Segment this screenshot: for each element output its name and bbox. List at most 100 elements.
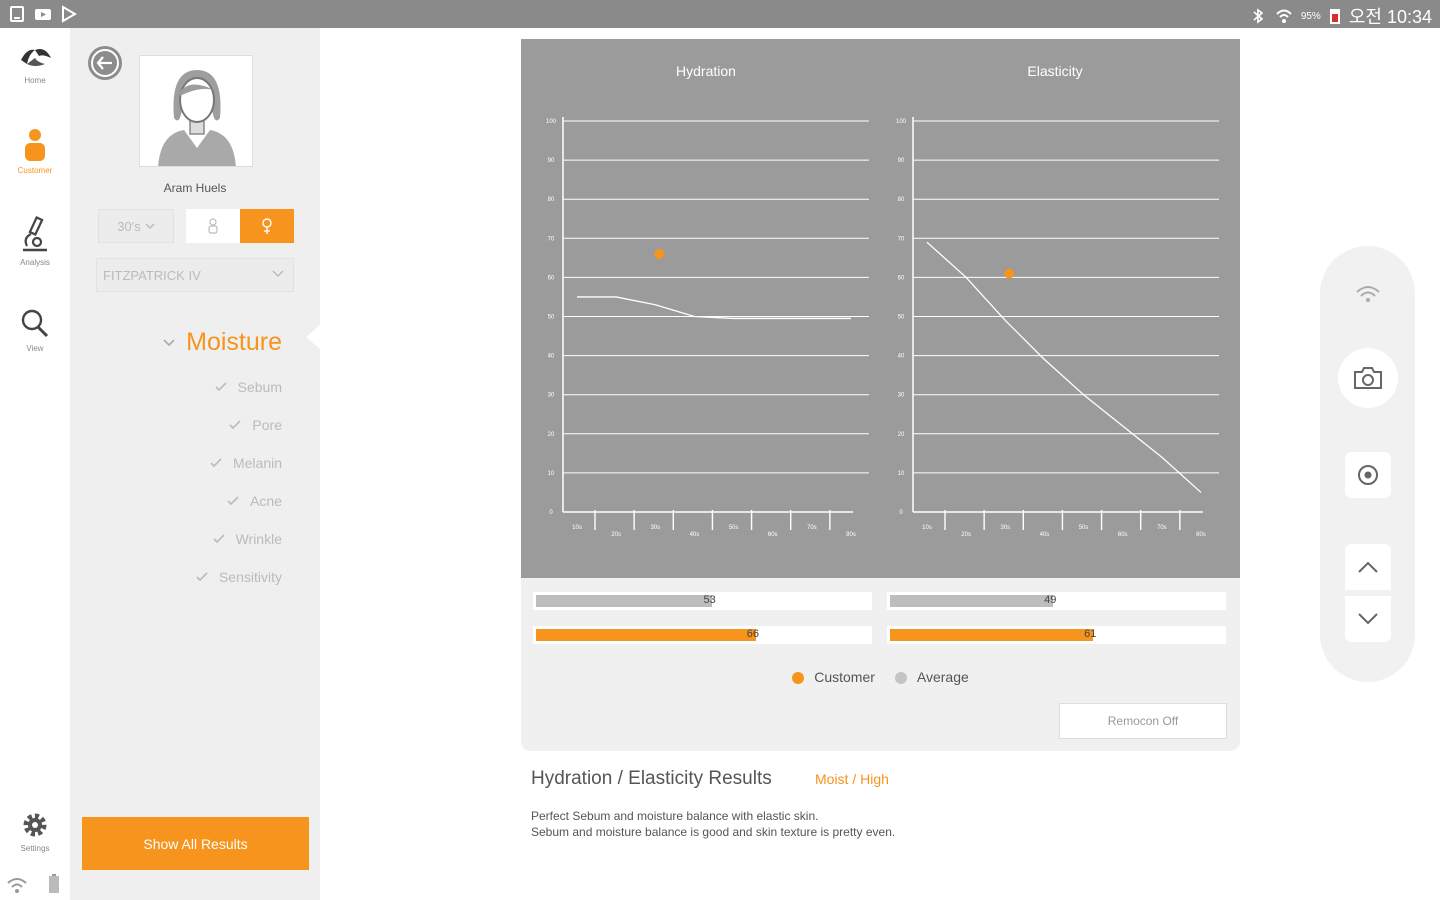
category-acne[interactable]: Acne: [162, 482, 282, 520]
elasticity-x-tick-label: 60s: [1118, 532, 1128, 538]
elasticity-customer-point: [1004, 268, 1015, 279]
hydration-x-tick-label: 80s: [846, 532, 856, 538]
legend: Customer Average: [521, 669, 1240, 685]
hydration-x-tick-label: 50s: [729, 525, 739, 531]
battery-percent: 95%: [1300, 10, 1321, 22]
camera-icon: [1354, 367, 1382, 389]
customer-avatar[interactable]: [139, 55, 253, 167]
category-sebum[interactable]: Sebum: [162, 368, 282, 406]
scroll-down-button[interactable]: [1345, 596, 1391, 642]
hydration-x-tick-label: 10s: [572, 525, 582, 531]
show-all-results-button[interactable]: Show All Results: [82, 817, 309, 870]
legend-average: Average: [894, 669, 969, 685]
elasticity-x-tick-label: 20s: [961, 532, 971, 538]
elasticity-average-fill: [890, 595, 1054, 607]
legend-customer-label: Customer: [814, 669, 875, 685]
capture-button[interactable]: [1345, 452, 1391, 498]
customer-name: Aram Huels: [163, 181, 227, 195]
category-wrinkle[interactable]: Wrinkle: [162, 520, 282, 558]
elasticity-y-tick-label: 70: [898, 236, 905, 242]
chevron-down-icon: [272, 270, 284, 278]
result-line-2: Sebum and moisture balance is good and s…: [531, 825, 896, 839]
hydration-x-tick-label: 70s: [807, 525, 817, 531]
person-icon: [25, 129, 45, 161]
category-label: Moisture: [186, 328, 282, 356]
category-list: Moisture Sebum Pore Melanin Acne Wrinkle: [162, 318, 282, 596]
elasticity-x-tick-label: 40s: [1040, 532, 1050, 538]
elasticity-x-tick-label: 10s: [922, 525, 932, 531]
category-label: Sebum: [237, 379, 282, 395]
hydration-y-tick-label: 100: [546, 119, 557, 125]
elasticity-y-tick-label: 80: [898, 197, 905, 203]
elasticity-x-tick-label: 70s: [1157, 525, 1167, 531]
bluetooth-icon: [1253, 8, 1264, 24]
hydration-y-tick-label: 60: [548, 275, 555, 281]
nav-settings[interactable]: Settings: [0, 810, 70, 853]
gear-icon: [23, 813, 47, 837]
check-icon: [215, 382, 227, 392]
legend-average-label: Average: [916, 669, 969, 685]
chevron-down-icon: [145, 223, 155, 230]
category-label: Wrinkle: [235, 531, 282, 547]
youtube-icon: [35, 9, 51, 20]
hydration-average-fill: [536, 595, 713, 607]
result-title: Hydration / Elasticity Results: [531, 768, 772, 789]
legend-average-dot: [894, 672, 907, 685]
hydration-y-tick-label: 10: [548, 471, 555, 477]
active-category-pointer: [306, 325, 320, 349]
elasticity-x-tick-label: 30s: [1000, 525, 1010, 531]
hydration-y-tick-label: 90: [548, 158, 555, 164]
check-icon: [210, 458, 222, 468]
nav-view[interactable]: View: [0, 308, 70, 353]
nav-view-label: View: [26, 344, 44, 353]
hydration-customer-bar: 66: [533, 626, 872, 644]
hydration-y-tick-label: 30: [548, 393, 555, 399]
elasticity-y-tick-label: 10: [898, 471, 905, 477]
camera-button[interactable]: [1338, 348, 1398, 408]
hydration-y-tick-label: 50: [548, 315, 555, 321]
remocon-off-button[interactable]: Remocon Off: [1059, 703, 1227, 739]
hydration-average-bar: 53: [533, 592, 872, 610]
hydration-y-tick-label: 0: [549, 510, 553, 516]
category-label: Sensitivity: [218, 569, 282, 585]
skin-type-value: FITZPATRICK IV: [103, 267, 201, 283]
gender-male-button[interactable]: [186, 209, 240, 243]
category-melanin[interactable]: Melanin: [162, 444, 282, 482]
category-label: Pore: [252, 417, 282, 433]
nav-customer[interactable]: Customer: [0, 128, 70, 175]
result-tag: Moist / High: [815, 771, 889, 787]
gender-female-button[interactable]: [240, 209, 294, 243]
nav-analysis[interactable]: Analysis: [0, 216, 70, 267]
category-sensitivity[interactable]: Sensitivity: [162, 558, 282, 596]
back-button[interactable]: [88, 46, 122, 80]
elasticity-average-line: [926, 241, 1202, 493]
elasticity-chart: 0 10 20 30 40 50 60 70 80 90 100 10s 20s 30s 40s 50s 60s…: [896, 117, 1219, 538]
elasticity-y-tick-label: 50: [898, 315, 905, 321]
wifi-icon: [1356, 286, 1380, 302]
clock: 오전 10:34: [1348, 7, 1432, 27]
skin-type-select[interactable]: FITZPATRICK IV: [96, 258, 294, 292]
category-pore[interactable]: Pore: [162, 406, 282, 444]
category-moisture[interactable]: Moisture: [162, 318, 282, 366]
hydration-average-line: [577, 296, 851, 320]
elasticity-y-tick-label: 30: [898, 393, 905, 399]
device-wifi-button[interactable]: [1346, 276, 1390, 312]
hydration-x-tick-label: 30s: [650, 525, 660, 531]
nav-customer-label: Customer: [17, 166, 53, 175]
play-store-icon: [62, 5, 77, 23]
check-icon: [213, 534, 225, 544]
age-group-value: 30's: [117, 218, 141, 234]
scroll-up-button[interactable]: [1345, 544, 1391, 590]
battery-icon: [1329, 9, 1340, 24]
chevron-up-icon: [1358, 561, 1378, 573]
wifi-status-icon: [7, 878, 27, 893]
check-icon: [163, 339, 175, 347]
chart-area: Hydration Elasticity 0 10 20 30 40 50 60 70 80 90…: [521, 39, 1240, 578]
age-group-select[interactable]: 30's: [98, 209, 174, 243]
category-label: Melanin: [232, 455, 282, 471]
record-icon: [1358, 465, 1378, 485]
elasticity-x-tick-label: 50s: [1079, 525, 1089, 531]
elasticity-y-tick-label: 90: [898, 158, 905, 164]
nav-home[interactable]: Home: [0, 42, 70, 85]
device-remote: [1320, 246, 1415, 682]
